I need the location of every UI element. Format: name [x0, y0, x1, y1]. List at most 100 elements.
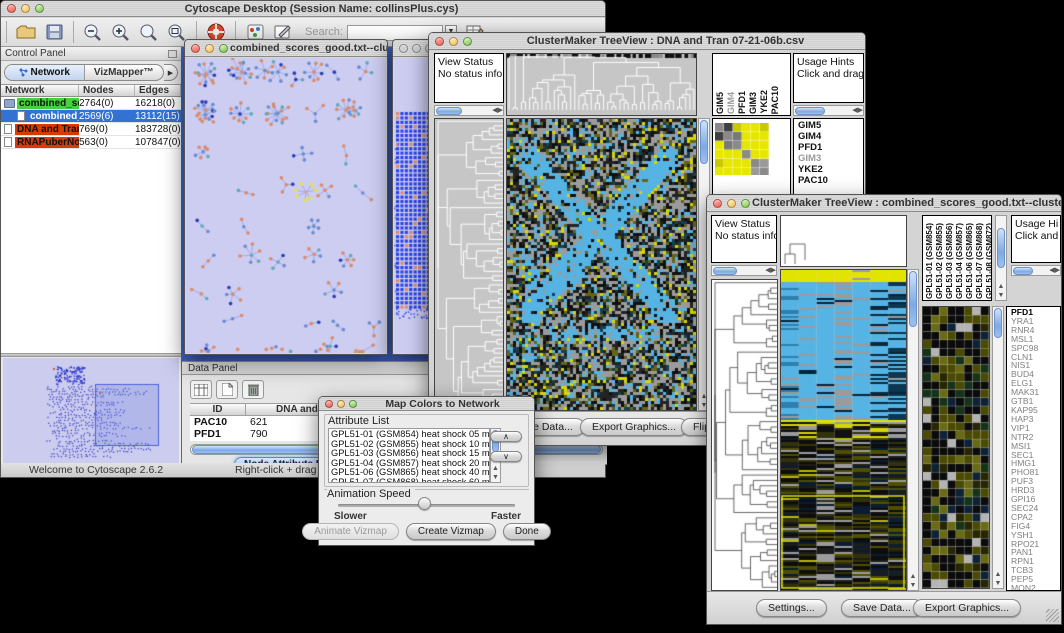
close-icon[interactable] [191, 44, 200, 53]
scrollbar-thumb[interactable] [436, 107, 462, 115]
scroll-down-icon[interactable]: ▼ [995, 579, 1002, 588]
heatmap-canvas[interactable] [506, 118, 697, 411]
col-network[interactable]: Network [1, 85, 79, 96]
tab-network[interactable]: Network [5, 65, 85, 80]
animate-vizmap-button[interactable]: Animate Vizmap [302, 523, 399, 540]
usage-hints-scrollbar[interactable]: ◀▶ [1011, 265, 1061, 276]
scrollbar-thumb[interactable] [997, 228, 1005, 268]
scroll-right-icon[interactable]: ▶ [858, 106, 863, 115]
toolbar-separator [6, 21, 7, 43]
zoom-window-icon[interactable] [741, 199, 750, 208]
scrollbar-thumb[interactable] [994, 308, 1002, 338]
move-attribute-up-button[interactable]: ∧ [490, 431, 522, 442]
network-row[interactable]: DNA and Tran 07 769(0) 183728(0) [1, 123, 181, 136]
tab-overflow-button[interactable]: ▶ [164, 64, 178, 81]
zoom-window-icon[interactable] [35, 4, 44, 13]
scroll-up-icon[interactable]: ▲ [492, 464, 499, 473]
col-nodes[interactable]: Nodes [79, 85, 135, 96]
scroll-right-icon[interactable]: ▶ [498, 106, 503, 115]
tab-vizmapper[interactable]: VizMapper™ [85, 65, 164, 80]
scrollbar-thumb[interactable] [700, 120, 708, 164]
zoom-window-icon[interactable] [219, 44, 228, 53]
view-status-scrollbar[interactable]: ◀▶ [434, 105, 504, 116]
treeview-combined-titlebar[interactable]: ClusterMaker TreeView : combined_scores_… [707, 195, 1061, 212]
column-labels-scrollbar[interactable]: ▲▼ [995, 215, 1007, 301]
view-status-scrollbar[interactable]: ◀▶ [711, 265, 777, 276]
close-icon[interactable] [325, 400, 333, 408]
minimize-icon[interactable] [412, 44, 421, 53]
usage-hints-scrollbar[interactable]: ◀▶ [793, 105, 864, 116]
minimize-icon[interactable] [205, 44, 214, 53]
close-icon[interactable] [7, 4, 16, 13]
select-attributes-icon[interactable] [190, 380, 212, 399]
save-icon[interactable] [42, 21, 66, 43]
row-dendrogram-canvas[interactable] [434, 118, 504, 411]
network-row-selected[interactable]: combined_sco 2569(6) 13112(15) [1, 110, 181, 123]
close-icon[interactable] [399, 44, 408, 53]
settings-button[interactable]: Settings... [756, 599, 827, 617]
scroll-down-icon[interactable]: ▼ [910, 581, 917, 590]
save-data-button[interactable]: Save Data... [841, 599, 923, 617]
id-column-header[interactable]: ID [190, 403, 246, 416]
row-dendrogram-canvas[interactable] [711, 279, 778, 591]
network-view-titlebar[interactable]: combined_scores_good.txt--cluste... [185, 40, 387, 57]
column-label: GPL51-06 (GSM865) [965, 223, 974, 299]
scroll-down-icon[interactable]: ▼ [998, 291, 1005, 300]
zoom-heatmap-canvas[interactable] [922, 306, 990, 589]
treeview-dna-titlebar[interactable]: ClusterMaker TreeView : DNA and Tran 07-… [429, 33, 865, 50]
export-graphics-button[interactable]: Export Graphics... [580, 418, 688, 436]
column-dendrogram-canvas[interactable] [780, 215, 907, 267]
minimize-icon[interactable] [21, 4, 30, 13]
scroll-up-icon[interactable]: ▲ [998, 282, 1005, 291]
network-table-header[interactable]: Network Nodes Edges [1, 84, 181, 97]
close-icon[interactable] [435, 37, 444, 46]
dialog-titlebar[interactable]: Map Colors to Network [319, 397, 534, 411]
resize-grip[interactable] [1046, 609, 1059, 622]
attribute-list[interactable]: GPL51-01 (GSM854) heat shock 05 minGPL51… [328, 428, 490, 483]
scrollbar-thumb[interactable] [713, 267, 737, 275]
create-vizmap-button[interactable]: Create Vizmap [406, 523, 496, 540]
export-graphics-button[interactable]: Export Graphics... [913, 599, 1021, 617]
float-panel-icon[interactable] [168, 50, 177, 58]
zoom-heatmap-scrollbar[interactable]: ▲▼ [992, 306, 1004, 589]
minimize-icon[interactable] [337, 400, 345, 408]
zoom-window-icon[interactable] [463, 37, 472, 46]
network-overview-canvas[interactable] [3, 358, 179, 466]
network-row[interactable]: RNAPuberNov2+| 563(0) 107847(0) [1, 136, 181, 149]
network-row[interactable]: combined_scores 2764(0) 16218(0) [1, 97, 181, 110]
move-attribute-down-button[interactable]: ∨ [490, 451, 522, 462]
scroll-right-icon[interactable]: ▶ [771, 266, 776, 275]
done-button[interactable]: Done [503, 523, 551, 540]
minimize-icon[interactable] [727, 199, 736, 208]
scroll-up-icon[interactable]: ▲ [995, 570, 1002, 579]
zoom-selected-icon[interactable] [137, 21, 161, 43]
speed-slider-thumb[interactable] [418, 497, 431, 510]
scroll-up-icon[interactable]: ▲ [910, 572, 917, 581]
close-icon[interactable] [713, 199, 722, 208]
new-attribute-icon[interactable] [216, 380, 238, 399]
scrollbar-thumb[interactable] [795, 107, 825, 115]
minimize-icon[interactable] [449, 37, 458, 46]
combined-gene-list[interactable]: PFD1YRA1RNR4MSL1SPC98CLN1NIS1BUD4ELG1MAK… [1006, 306, 1061, 591]
heatmap-vertical-scrollbar[interactable]: ▲▼ [907, 269, 919, 591]
col-edges[interactable]: Edges [135, 85, 181, 96]
main-titlebar[interactable]: Cytoscape Desktop (Session Name: collins… [1, 1, 605, 17]
delete-attribute-icon[interactable] [242, 380, 264, 399]
scroll-down-icon[interactable]: ▼ [492, 473, 499, 482]
scrollbar-thumb[interactable] [1013, 267, 1033, 275]
zoom-in-icon[interactable] [109, 21, 133, 43]
scroll-right-icon[interactable]: ▶ [1055, 266, 1060, 275]
correlation-matrix-canvas[interactable] [715, 123, 769, 175]
zoom-window-icon[interactable] [349, 400, 357, 408]
column-dendrogram-canvas[interactable] [506, 53, 697, 116]
window-controls[interactable] [7, 4, 44, 13]
network-canvas[interactable] [186, 58, 386, 353]
panel-splitter[interactable] [1, 353, 181, 357]
scrollbar-thumb[interactable] [909, 271, 917, 327]
attribute-item[interactable]: GPL51-07 (GSM868) heat shock 60 min [331, 478, 489, 483]
control-panel-title: Control Panel [5, 48, 66, 59]
heatmap-canvas[interactable] [780, 269, 907, 591]
network-list-empty-area[interactable] [1, 149, 181, 353]
zoom-out-icon[interactable] [81, 21, 105, 43]
open-file-icon[interactable] [14, 21, 38, 43]
